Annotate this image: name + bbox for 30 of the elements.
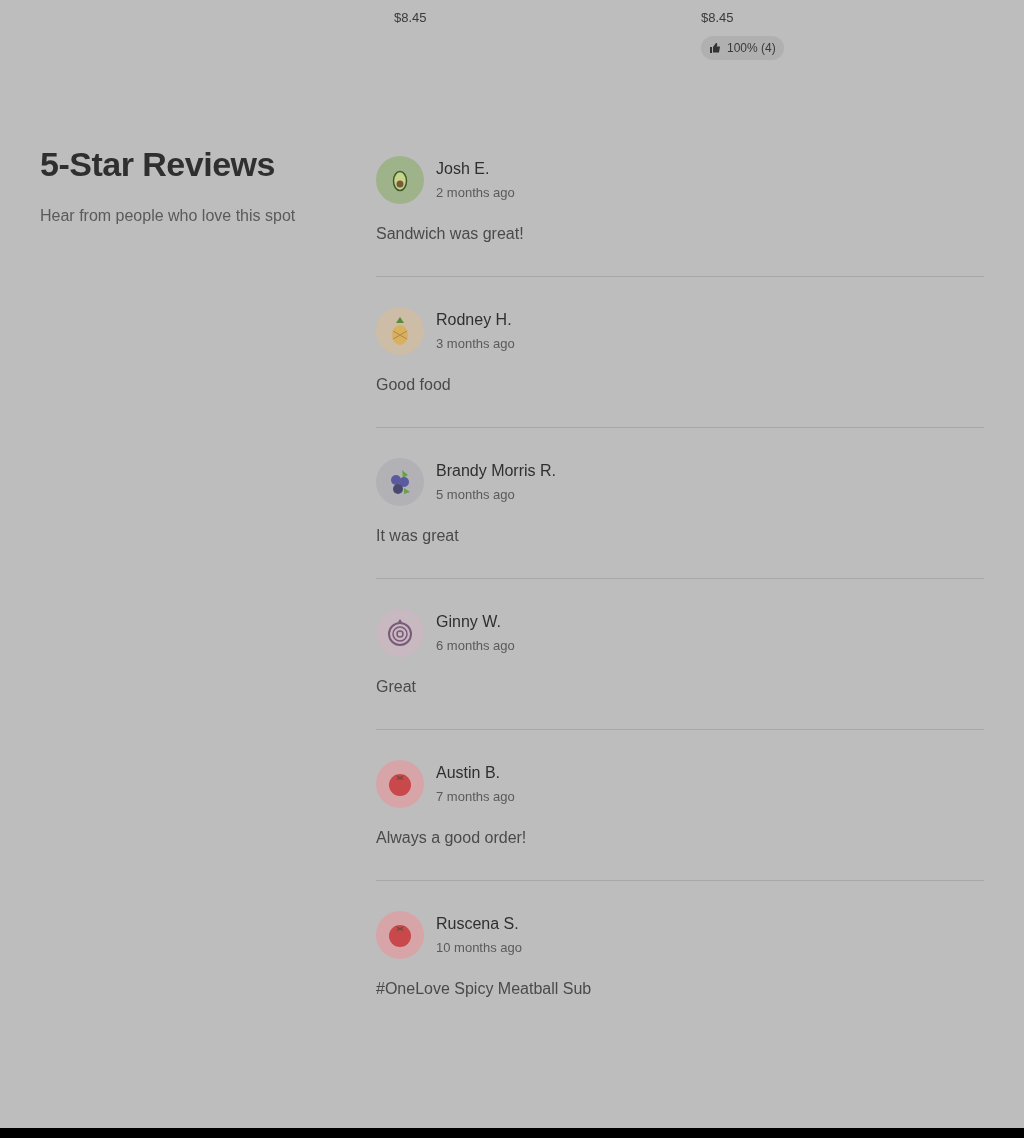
review-text: #OneLove Spicy Meatball Sub [376, 979, 593, 999]
onion-avatar-icon [376, 609, 424, 657]
item-price: $8.45 [394, 9, 427, 27]
thumbs-up-icon [709, 41, 721, 54]
reviewer-name: Ginny W. [436, 612, 502, 632]
review-text: Sandwich was great! [376, 224, 525, 244]
avocado-avatar-icon [376, 156, 424, 204]
reviewer-name: Brandy Morris R. [436, 461, 557, 481]
section-title: 5-Star Reviews [40, 144, 276, 184]
review-date: 10 months ago [436, 939, 522, 957]
reviewer-name: Rodney H. [436, 310, 513, 330]
tomato-avatar-icon [376, 760, 424, 808]
reviewer-name: Austin B. [436, 763, 502, 783]
item-price: $8.45 [701, 9, 734, 27]
blueberry-avatar-icon [376, 458, 424, 506]
review-text: Always a good order! [376, 828, 528, 848]
rating-badge: 100% (4) [701, 35, 784, 60]
review-text: Great [376, 677, 417, 697]
review-date: 5 months ago [436, 486, 516, 504]
pineapple-avatar-icon [376, 307, 424, 355]
reviewer-name: Ruscena S. [436, 914, 520, 934]
tomato-avatar-icon [376, 911, 424, 959]
review-date: 6 months ago [436, 637, 515, 655]
reviewer-name: Josh E. [436, 159, 491, 179]
review-date: 7 months ago [436, 788, 515, 806]
review-date: 3 months ago [436, 335, 515, 353]
review-date: 2 months ago [436, 184, 515, 202]
section-subtitle: Hear from people who love this spot [40, 206, 297, 226]
review-text: Good food [376, 375, 452, 395]
review-text: It was great [376, 526, 460, 546]
